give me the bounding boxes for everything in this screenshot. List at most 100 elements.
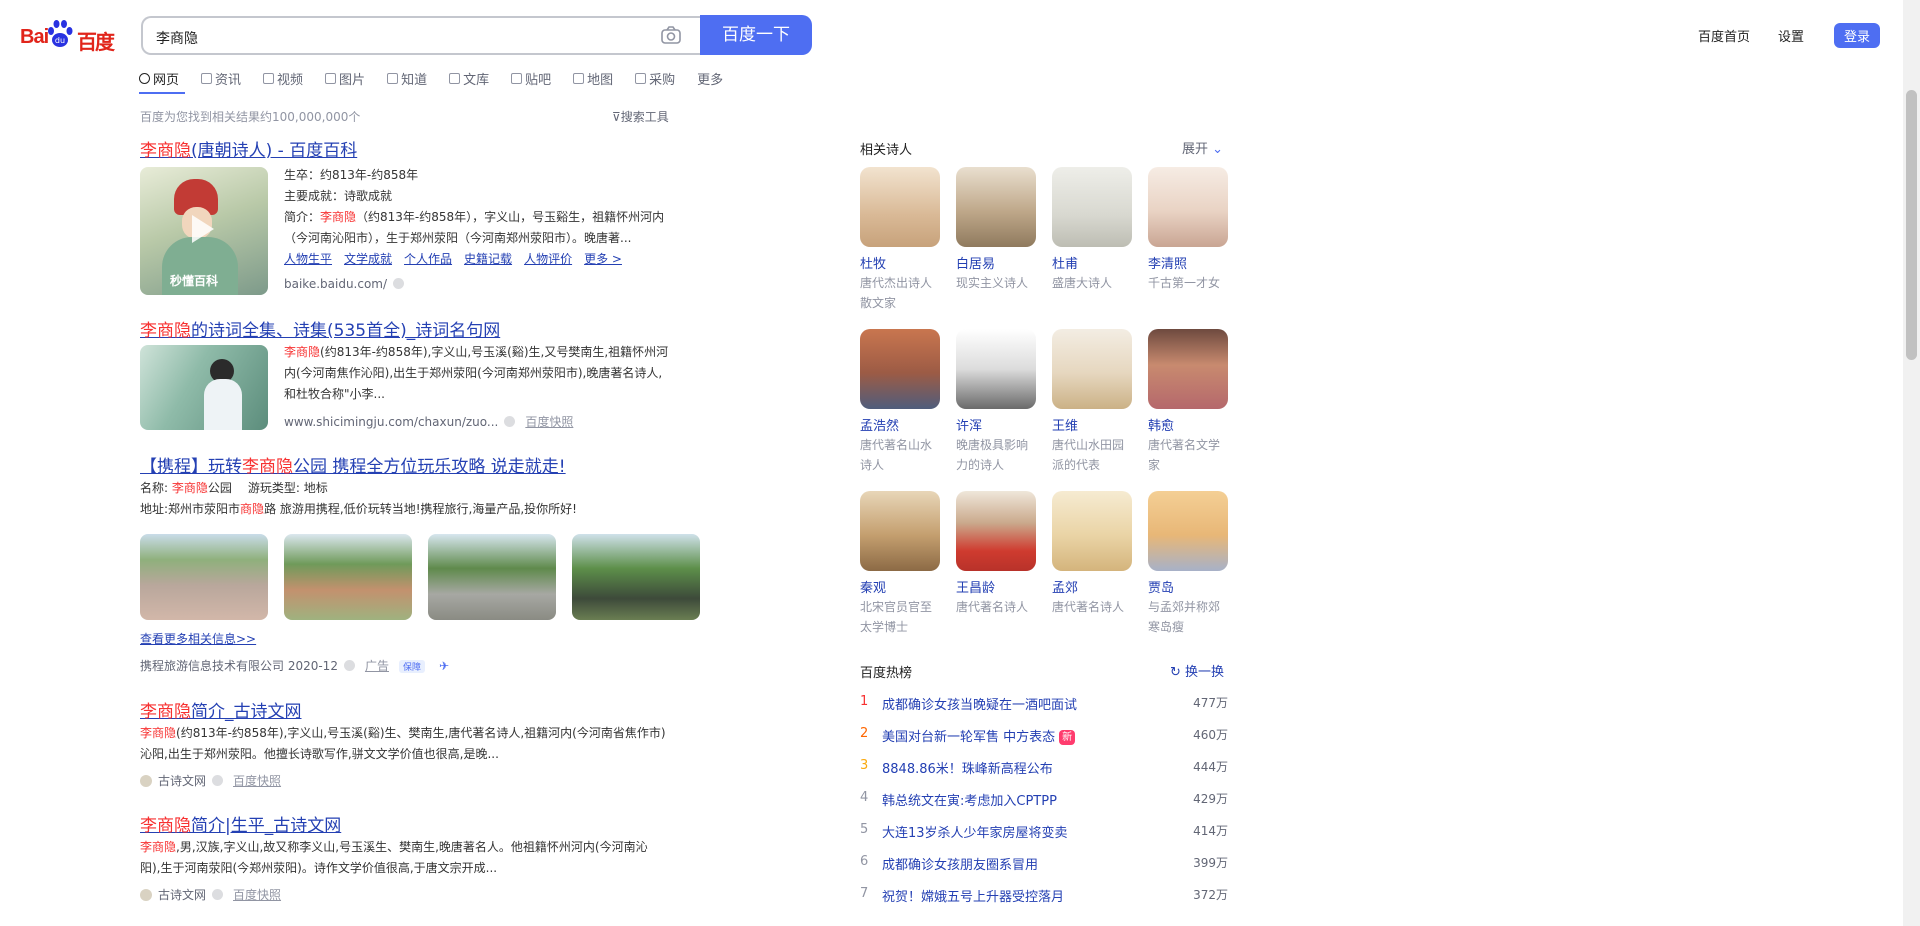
result-title-5[interactable]: 李商隐简介|生平_古诗文网 [140, 811, 341, 836]
poet-portrait [956, 491, 1036, 571]
logo-cn: 百度 [77, 30, 115, 54]
sublink-records[interactable]: 史籍记载 [464, 252, 512, 266]
park-photo-3[interactable] [428, 534, 556, 620]
hot-item[interactable]: 6 成都确诊女孩朋友圈系冒用 399万 [860, 854, 1228, 874]
tab-image[interactable]: 图片 [325, 67, 365, 89]
site-favicon [140, 889, 152, 901]
login-button[interactable]: 登录 [1833, 23, 1880, 48]
poet-card[interactable]: 许浑 晚唐极具影响力的诗人 [956, 329, 1036, 475]
settings-link[interactable]: 设置 [1778, 26, 1804, 45]
info-icon[interactable] [504, 416, 516, 427]
poet-card[interactable]: 孟浩然 唐代著名山水诗人 [860, 329, 940, 475]
snapshot-link-4[interactable]: 百度快照 [233, 774, 281, 788]
result-abstract-4: 李商隐(约813年-约858年),字义山,号玉溪(谿)生、樊南生,唐代著名诗人,… [140, 726, 666, 761]
park-photo-4[interactable] [572, 534, 700, 620]
camera-icon[interactable] [660, 25, 682, 45]
search-input[interactable]: 李商隐 [141, 16, 701, 55]
video-icon [263, 72, 275, 84]
hot-list-title: 百度热榜 [860, 666, 913, 681]
ad-label[interactable]: 广告 [365, 659, 389, 673]
sublink-more[interactable]: 更多 > [584, 252, 622, 266]
result-thumbnail-2[interactable] [140, 345, 268, 430]
result-title-4[interactable]: 李商隐简介_古诗文网 [140, 697, 302, 722]
info-icon[interactable] [393, 278, 405, 289]
result-title-3[interactable]: 【携程】玩转李商隐公园 携程全方位玩乐攻略 说走就走! [140, 452, 566, 477]
tab-map[interactable]: 地图 [573, 67, 613, 89]
more-info-link[interactable]: 查看更多相关信息>> [140, 630, 256, 647]
poet-card[interactable]: 杜牧 唐代杰出诗人散文家 [860, 167, 940, 313]
park-photo-2[interactable] [284, 534, 412, 620]
poet-portrait [860, 167, 940, 247]
question-icon [387, 72, 399, 84]
result-source-5: 古诗文网 百度快照 [140, 886, 281, 903]
poet-card[interactable]: 贾岛 与孟郊并称郊寒岛瘦 [1148, 491, 1228, 637]
paw-icon: du [48, 20, 73, 47]
result-count: 百度为您找到相关结果约100,000,000个 [140, 110, 361, 124]
result-thumbnail-1[interactable]: 秒懂百科 [140, 167, 268, 295]
poet-card[interactable]: 孟郊 唐代著名诗人 [1052, 491, 1132, 617]
hot-item[interactable]: 2 美国对台新一轮军售 中方表态新 460万 [860, 726, 1228, 746]
poet-card[interactable]: 王昌龄 唐代著名诗人 [956, 491, 1036, 617]
tab-zhidao[interactable]: 知道 [387, 67, 427, 89]
sublink-review[interactable]: 人物评价 [524, 252, 572, 266]
active-tab-underline [139, 92, 185, 94]
poet-portrait [1148, 167, 1228, 247]
refresh-button[interactable]: ↻ 换一换 [1170, 661, 1224, 680]
sublink-life[interactable]: 人物生平 [284, 252, 332, 266]
site-favicon [140, 775, 152, 787]
result-abstract-3: 名称: 李商隐公园 游玩类型: 地标 地址:郑州市荥阳市商隐路 旅游用携程,低价玩… [140, 481, 577, 516]
tab-more[interactable]: 更多 [697, 67, 723, 89]
tab-video[interactable]: 视频 [263, 67, 303, 89]
result-title-2[interactable]: 李商隐的诗词全集、诗集(535首全)_诗词名句网 [140, 316, 500, 341]
hot-item[interactable]: 3 8848.86米！珠峰新高程公布 444万 [860, 758, 1228, 778]
scrollbar[interactable] [1903, 0, 1920, 926]
poet-card[interactable]: 秦观 北宋官员官至太学博士 [860, 491, 940, 637]
result-source-4: 古诗文网 百度快照 [140, 772, 281, 789]
poet-card[interactable]: 王维 唐代山水田园派的代表 [1052, 329, 1132, 475]
result-abstract-1: 生卒：约813年-约858年 主要成就：诗歌成就 简介：李商隐（约813年-约8… [284, 165, 704, 270]
search-query: 李商隐 [156, 31, 198, 47]
info-icon[interactable] [343, 660, 355, 671]
plane-icon: ✈ [439, 659, 450, 673]
guarantee-badge: 保障 [398, 660, 425, 673]
poet-card[interactable]: 韩愈 唐代著名文学家 [1148, 329, 1228, 475]
poet-card[interactable]: 白居易 现实主义诗人 [956, 167, 1036, 293]
poet-portrait [1148, 491, 1228, 571]
poet-portrait [860, 491, 940, 571]
result-abstract-5: 李商隐,男,汉族,字义山,故又称李义山,号玉溪生、樊南生,晚唐著名人。他祖籍怀州… [140, 840, 648, 875]
poet-portrait [1052, 167, 1132, 247]
info-icon[interactable] [212, 775, 224, 786]
tab-tieba[interactable]: 贴吧 [511, 67, 551, 89]
home-link[interactable]: 百度首页 [1698, 26, 1750, 45]
info-icon[interactable] [212, 889, 224, 900]
thumb-caption: 秒懂百科 [170, 274, 219, 288]
search-button[interactable]: 百度一下 [700, 15, 812, 55]
chevron-down-icon: ⌄ [1212, 142, 1224, 157]
scrollbar-thumb[interactable] [1906, 90, 1917, 360]
hot-item[interactable]: 5 大连13岁杀人少年家房屋将变卖 414万 [860, 822, 1228, 842]
logo-bai: Bai [20, 26, 49, 48]
poet-card[interactable]: 杜甫 盛唐大诗人 [1052, 167, 1132, 293]
result-source-1: baike.baidu.com/ [284, 277, 414, 291]
tab-news[interactable]: 资讯 [201, 67, 241, 89]
image-icon [325, 72, 337, 84]
tab-purchase[interactable]: 采购 [635, 67, 675, 89]
poet-card[interactable]: 李清照 千古第一才女 [1148, 167, 1228, 293]
poet-portrait [956, 329, 1036, 409]
hot-item[interactable]: 1 成都确诊女孩当晚疑在一酒吧面试 477万 [860, 694, 1228, 714]
result-title-1[interactable]: 李商隐(唐朝诗人) - 百度百科 [140, 136, 357, 161]
sublink-literature[interactable]: 文学成就 [344, 252, 392, 266]
snapshot-link-2[interactable]: 百度快照 [525, 415, 573, 429]
search-tools-button[interactable]: ⊽搜索工具 [612, 108, 669, 125]
tab-web[interactable]: 网页 [139, 67, 179, 89]
expand-button[interactable]: 展开 ⌄ [1182, 138, 1223, 157]
baidu-logo[interactable]: du Bai 百度 [20, 18, 122, 54]
park-photo-1[interactable] [140, 534, 268, 620]
hot-item[interactable]: 7 祝贺！嫦娥五号上升器受控落月 372万 [860, 886, 1228, 906]
sublink-works[interactable]: 个人作品 [404, 252, 452, 266]
new-badge: 新 [1059, 730, 1076, 745]
snapshot-link-5[interactable]: 百度快照 [233, 888, 281, 902]
map-icon [573, 72, 585, 84]
tab-wenku[interactable]: 文库 [449, 67, 489, 89]
hot-item[interactable]: 4 韩总统文在寅:考虑加入CPTPP 429万 [860, 790, 1228, 810]
